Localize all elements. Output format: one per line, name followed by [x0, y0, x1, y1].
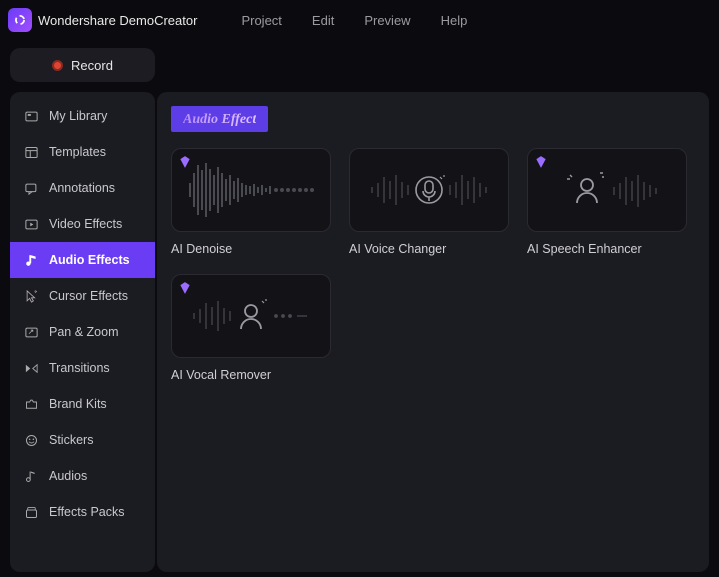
library-icon	[24, 109, 39, 124]
sidebar-item-pan-zoom[interactable]: Pan & Zoom	[10, 314, 155, 350]
cursor-effects-icon	[24, 289, 39, 304]
premium-gem-icon	[178, 155, 192, 174]
record-icon	[52, 60, 63, 71]
video-effects-icon	[24, 217, 39, 232]
menu-preview[interactable]: Preview	[364, 13, 410, 28]
premium-gem-icon	[534, 155, 548, 174]
sidebar-item-my-library[interactable]: My Library	[10, 98, 155, 134]
sidebar-item-label: Pan & Zoom	[49, 325, 118, 339]
templates-icon	[24, 145, 39, 160]
speech-enhancer-icon	[532, 155, 682, 225]
voice-changer-icon	[354, 155, 504, 225]
record-label: Record	[71, 58, 113, 73]
card-ai-denoise[interactable]: AI Denoise	[171, 148, 331, 256]
effects-packs-icon	[24, 505, 39, 520]
denoise-wave-icon	[176, 155, 326, 225]
card-thumb	[171, 148, 331, 232]
vocal-remover-icon	[176, 281, 326, 351]
pan-zoom-icon	[24, 325, 39, 340]
record-button[interactable]: Record	[10, 48, 155, 82]
section-tab[interactable]: Audio Effect	[171, 106, 268, 132]
card-ai-vocal-remover[interactable]: AI Vocal Remover	[171, 274, 331, 382]
app-title: Wondershare DemoCreator	[38, 13, 197, 28]
menu-edit[interactable]: Edit	[312, 13, 334, 28]
sidebar-item-annotations[interactable]: Annotations	[10, 170, 155, 206]
app-logo-icon	[8, 8, 32, 32]
record-row: Record	[0, 40, 719, 92]
sidebar: My Library Templates Annotations Video E…	[10, 92, 155, 572]
sidebar-item-transitions[interactable]: Transitions	[10, 350, 155, 386]
sidebar-item-audios[interactable]: Audios	[10, 458, 155, 494]
section-tab-label: Audio Effect	[183, 112, 256, 127]
card-thumb	[527, 148, 687, 232]
menu-project[interactable]: Project	[241, 13, 281, 28]
app-logo-title: Wondershare DemoCreator	[8, 8, 197, 32]
annotations-icon	[24, 181, 39, 196]
sidebar-item-stickers[interactable]: Stickers	[10, 422, 155, 458]
card-thumb	[171, 274, 331, 358]
card-label: AI Denoise	[171, 242, 331, 256]
sidebar-item-label: Audio Effects	[49, 253, 130, 267]
audio-effects-icon	[24, 253, 39, 268]
brand-kits-icon	[24, 397, 39, 412]
sidebar-item-video-effects[interactable]: Video Effects	[10, 206, 155, 242]
sidebar-item-label: Brand Kits	[49, 397, 107, 411]
main-panel: Audio Effect AI Denoise	[157, 92, 709, 572]
sidebar-item-label: Annotations	[49, 181, 115, 195]
sidebar-item-label: Cursor Effects	[49, 289, 128, 303]
sidebar-item-label: Stickers	[49, 433, 93, 447]
card-ai-voice-changer[interactable]: AI Voice Changer	[349, 148, 509, 256]
card-label: AI Speech Enhancer	[527, 242, 687, 256]
audios-icon	[24, 469, 39, 484]
transitions-icon	[24, 361, 39, 376]
sidebar-item-label: Templates	[49, 145, 106, 159]
stickers-icon	[24, 433, 39, 448]
menu-help[interactable]: Help	[441, 13, 468, 28]
sidebar-item-templates[interactable]: Templates	[10, 134, 155, 170]
sidebar-item-effects-packs[interactable]: Effects Packs	[10, 494, 155, 530]
sidebar-item-cursor-effects[interactable]: Cursor Effects	[10, 278, 155, 314]
effects-grid: AI Denoise AI Voice Changer	[171, 148, 695, 382]
sidebar-item-label: Audios	[49, 469, 87, 483]
sidebar-item-brand-kits[interactable]: Brand Kits	[10, 386, 155, 422]
sidebar-item-label: My Library	[49, 109, 107, 123]
top-bar: Wondershare DemoCreator Project Edit Pre…	[0, 0, 719, 40]
sidebar-item-label: Transitions	[49, 361, 110, 375]
card-label: AI Vocal Remover	[171, 368, 331, 382]
premium-gem-icon	[178, 281, 192, 300]
card-label: AI Voice Changer	[349, 242, 509, 256]
card-thumb	[349, 148, 509, 232]
sidebar-item-audio-effects[interactable]: Audio Effects	[10, 242, 155, 278]
menu-bar: Project Edit Preview Help	[241, 13, 467, 28]
sidebar-item-label: Effects Packs	[49, 505, 125, 519]
sidebar-item-label: Video Effects	[49, 217, 122, 231]
card-ai-speech-enhancer[interactable]: AI Speech Enhancer	[527, 148, 687, 256]
